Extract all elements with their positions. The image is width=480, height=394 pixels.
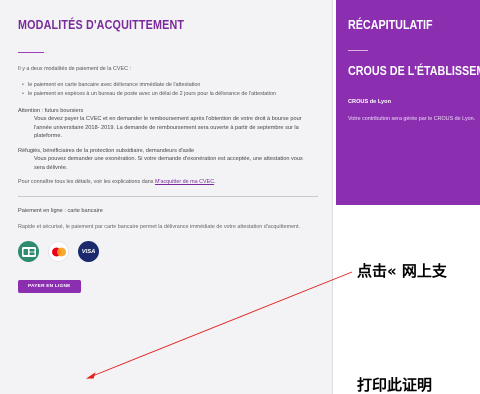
cb-card-icon: [18, 241, 39, 263]
boursiers-title: Attention : futurs boursiers: [18, 108, 84, 115]
online-payment-title: Paiement en ligne : carte bancaire: [18, 208, 103, 215]
cvec-details-link[interactable]: M'acquitter de ma CVEC: [155, 179, 214, 185]
details-suffix: .: [214, 179, 216, 186]
payment-methods-title: MODALITÉS D'ACQUITTEMENT: [18, 18, 185, 32]
payment-modes-list: le paiement en carte bancaire avec déliv…: [22, 81, 314, 98]
summary-title: RÉCAPITULATIF: [348, 18, 433, 32]
card-logos: VISA: [18, 241, 314, 263]
intro-text: Il y a deux modalités de paiement de la …: [18, 66, 131, 72]
list-item: le paiement en espèces à un bureau de po…: [22, 90, 314, 99]
payment-methods-panel: MODALITÉS D'ACQUITTEMENT Il y a deux mod…: [0, 0, 333, 394]
summary-divider: [348, 50, 368, 51]
summary-panel: RÉCAPITULATIF CROUS DE L'ÉTABLISSEMENT C…: [336, 0, 480, 205]
crous-heading: CROUS DE L'ÉTABLISSEMENT: [348, 64, 480, 78]
refugies-text: Vous pouvez demander une exonération. Si…: [34, 156, 303, 171]
crous-name: CROUS de Lyon: [348, 99, 391, 105]
mastercard-icon: [48, 241, 69, 263]
print-instruction-text: 打印此证明: [357, 376, 433, 394]
refugies-title: Réfugiés, bénéficiaires de la protection…: [18, 148, 195, 155]
online-payment-description: Rapide et sécurisé, le paiement par cart…: [18, 224, 301, 231]
details-prefix: Pour connaître tous les détails, voir le…: [18, 179, 155, 186]
click-instruction-text: 点击« 网上支: [357, 262, 447, 280]
pay-online-button[interactable]: PAYER EN LIGNE: [18, 280, 81, 294]
visa-label: VISA: [81, 248, 96, 255]
visa-icon: VISA: [78, 241, 99, 263]
contribution-text: Votre contribution sera gérée par le CRO…: [348, 116, 476, 122]
list-item: le paiement en carte bancaire avec déliv…: [22, 81, 314, 90]
title-divider: [18, 52, 44, 53]
section-divider: [18, 196, 318, 198]
details-text: Pour connaître tous les détails, voir le…: [18, 179, 314, 185]
boursiers-text: Vous devez payer la CVEC et en demander …: [34, 116, 302, 139]
